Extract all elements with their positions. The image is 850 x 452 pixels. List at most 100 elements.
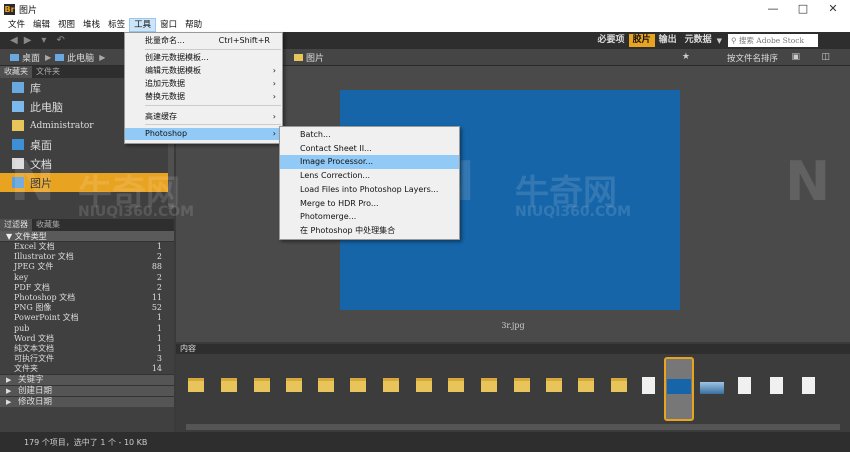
new-folder-icon[interactable]: ▣ — [791, 52, 800, 62]
folder-icon[interactable] — [286, 378, 302, 392]
folder-icon[interactable] — [578, 378, 594, 392]
watermark-url-left: NIUQI360.COM — [78, 204, 195, 220]
tools-menu-item[interactable]: Photoshop › — [125, 128, 282, 140]
menu-item-label: 高速缓存 — [145, 112, 177, 121]
folder-icon[interactable] — [481, 378, 497, 392]
filter-date-modified[interactable]: ▶ 修改日期 — [0, 396, 174, 408]
submenu-arrow-icon: › — [272, 79, 276, 88]
document-thumb-icon[interactable] — [642, 377, 655, 394]
workspace-essentials[interactable]: 必要项 — [594, 34, 629, 47]
filter-row-label: Photoshop 文档 — [14, 292, 76, 302]
filter-keywords[interactable]: ▶ 关键字 — [0, 374, 174, 386]
photoshop-menu-item[interactable]: Load Files into Photoshop Layers... — [280, 183, 459, 197]
menu-label[interactable]: 标签 — [104, 18, 129, 32]
breadcrumb-desktop[interactable]: 桌面 — [10, 51, 40, 64]
filter-row[interactable]: Word 文档 1 — [0, 334, 174, 344]
filter-row[interactable]: 文件夹 14 — [0, 364, 174, 374]
folder-icon[interactable] — [383, 378, 399, 392]
sort-dropdown[interactable]: 按文件名排序 — [727, 52, 778, 64]
breadcrumb-pictures[interactable]: 图片 — [294, 51, 324, 64]
filter-row-count: 52 — [151, 303, 162, 313]
document-thumb-icon[interactable] — [770, 377, 783, 394]
folder-icon[interactable] — [514, 378, 530, 392]
filter-row-count: 88 — [151, 262, 162, 272]
star-filter-icon[interactable]: ★ — [682, 52, 690, 62]
filter-row[interactable]: Excel 文档 1 — [0, 242, 174, 252]
filter-row-count: 11 — [151, 292, 162, 302]
document-thumb-icon[interactable] — [802, 377, 815, 394]
tools-menu-item[interactable]: 追加元数据 › — [125, 78, 282, 90]
menu-view[interactable]: 视图 — [54, 18, 79, 32]
tools-menu-item[interactable]: 批量命名... Ctrl+Shift+R — [125, 35, 282, 47]
library-icon — [12, 82, 24, 93]
filter-row[interactable]: pub 1 — [0, 324, 174, 334]
folder-icon[interactable] — [448, 378, 464, 392]
folder-icon[interactable] — [221, 378, 237, 392]
filter-row-count: 1 — [156, 323, 162, 333]
folder-icon[interactable] — [254, 378, 270, 392]
folder-icon[interactable] — [611, 378, 627, 392]
menu-tools[interactable]: 工具 — [129, 18, 157, 32]
menu-item-label: 替换元数据 — [145, 92, 185, 101]
workspace-menu-chevron-down-icon[interactable]: ▼ — [717, 37, 722, 45]
tab-folders[interactable]: 文件夹 — [32, 66, 64, 78]
tab-collections[interactable]: 收藏集 — [32, 219, 64, 231]
tab-filter[interactable]: 过滤器 — [0, 219, 32, 231]
filter-row[interactable]: Photoshop 文档 11 — [0, 293, 174, 303]
tab-favorites[interactable]: 收藏夹 — [0, 66, 32, 78]
workspace-output[interactable]: 输出 — [655, 34, 681, 47]
filmstrip-selected-thumb[interactable] — [664, 357, 694, 421]
photoshop-menu-item[interactable]: Batch... — [280, 128, 459, 142]
delete-icon[interactable]: ◫ — [821, 52, 830, 62]
menu-file[interactable]: 文件 — [4, 18, 29, 32]
filter-row[interactable]: PNG 图像 52 — [0, 303, 174, 313]
folder-icon[interactable] — [318, 378, 334, 392]
photoshop-menu-item[interactable]: Merge to HDR Pro... — [280, 197, 459, 211]
filter-row[interactable]: Illustrator 文档 2 — [0, 252, 174, 262]
folder-icon[interactable] — [188, 378, 204, 392]
folder-icon[interactable] — [546, 378, 562, 392]
workspace-metadata[interactable]: 元数据 — [681, 34, 716, 47]
document-thumb-icon[interactable] — [738, 377, 751, 394]
filter-row-label: PowerPoint 文档 — [14, 313, 79, 323]
search-input[interactable]: ⚲ 搜索 Adobe Stock — [728, 34, 818, 47]
folder-icon[interactable] — [416, 378, 432, 392]
photoshop-menu-item[interactable]: Contact Sheet II... — [280, 142, 459, 156]
filter-row[interactable]: PDF 文档 2 — [0, 283, 174, 293]
recent-folder-icon[interactable]: ▾ — [41, 35, 46, 46]
tools-menu-item[interactable]: 编辑元数据模板 › — [125, 65, 282, 77]
filter-row[interactable]: 纯文本文档 1 — [0, 344, 174, 354]
photoshop-menu-item[interactable]: 在 Photoshop 中处理集合 — [280, 224, 459, 238]
filter-file-type-heading[interactable]: ▼ 文件类型 — [0, 231, 174, 242]
menu-window[interactable]: 窗口 — [156, 18, 181, 32]
tools-menu-item[interactable]: 替换元数据 › — [125, 91, 282, 103]
menu-stack[interactable]: 堆栈 — [79, 18, 104, 32]
photoshop-menu-item[interactable]: Photomerge... — [280, 210, 459, 224]
tab-content[interactable]: 内容 — [176, 344, 850, 354]
filmstrip-panel: 内容 — [176, 344, 850, 432]
filter-row[interactable]: JPEG 文件 88 — [0, 262, 174, 272]
image-thumb[interactable] — [700, 382, 724, 394]
folder-icon[interactable] — [350, 378, 366, 392]
filter-row[interactable]: 可执行文件 3 — [0, 354, 174, 364]
filter-row[interactable]: key 2 — [0, 273, 174, 283]
forward-arrow-icon[interactable]: ▶ — [24, 35, 32, 46]
tools-menu-item[interactable]: 高速缓存 › — [125, 111, 282, 123]
photoshop-menu-item[interactable]: Image Processor... — [280, 155, 459, 170]
filmstrip-scrollbar[interactable] — [186, 424, 840, 430]
minimize-button[interactable]: — — [758, 0, 788, 18]
menu-help[interactable]: 帮助 — [181, 18, 206, 32]
filter-row[interactable]: PowerPoint 文档 1 — [0, 313, 174, 323]
breadcrumb-computer[interactable]: 此电脑 — [55, 51, 94, 64]
tools-menu-item[interactable]: 创建元数据模板... — [125, 52, 282, 64]
photoshop-submenu: Batch... Contact Sheet II... Image Process… — [279, 126, 460, 240]
back-arrow-icon[interactable]: ◀ — [10, 35, 18, 46]
return-icon[interactable]: ↶ — [56, 35, 64, 46]
filter-date-created[interactable]: ▶ 创建日期 — [0, 385, 174, 397]
workspace-filmstrip[interactable]: 胶片 — [628, 34, 655, 47]
menu-edit[interactable]: 编辑 — [29, 18, 54, 32]
close-button[interactable]: ✕ — [818, 0, 848, 18]
maximize-button[interactable]: □ — [788, 0, 818, 18]
breadcrumb-separator-icon: ▶ — [99, 52, 106, 62]
photoshop-menu-item[interactable]: Lens Correction... — [280, 169, 459, 183]
